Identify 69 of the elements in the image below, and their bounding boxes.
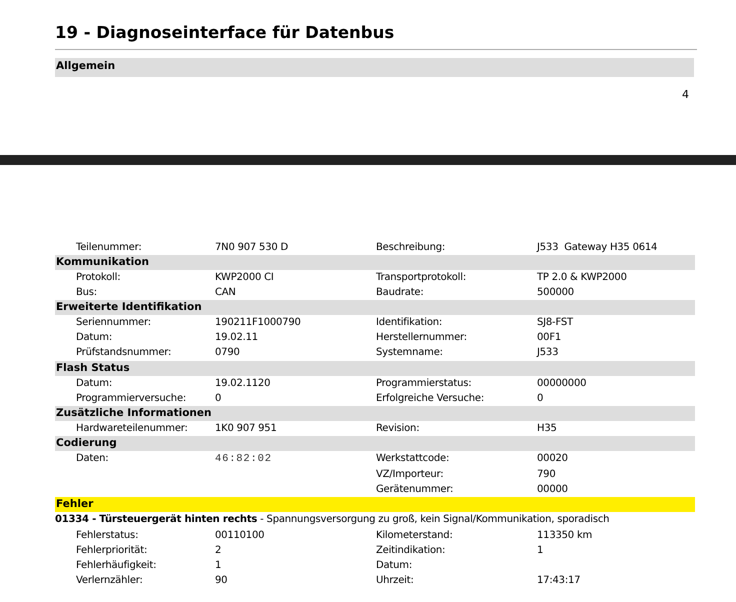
field-value: 00110100: [215, 530, 264, 542]
field-value: H35: [537, 422, 557, 434]
field-label: Baudrate:: [376, 287, 424, 298]
field-value: 0: [215, 392, 222, 404]
section-header: Erweiterte Identifikation: [55, 300, 695, 316]
field-label: VZ/Importeur:: [376, 468, 444, 480]
field-value: 0790: [215, 347, 240, 358]
field-value: 1K0 907 951: [215, 422, 277, 434]
field-value: 90: [215, 575, 228, 586]
field-value: 46:82:02: [215, 452, 272, 465]
field-label: Werkstattcode:: [376, 452, 450, 464]
field-value: 00000: [537, 484, 568, 496]
field-label: Datum:: [76, 332, 112, 344]
field-value: 1: [215, 560, 222, 572]
field-label: Protokoll:: [76, 272, 120, 284]
field-value: 190211F1000790: [215, 317, 301, 328]
field-value: 19.02.11: [215, 332, 258, 344]
field-label: Programmierversuche:: [76, 392, 186, 404]
field-value: 7N0 907 530 D: [215, 242, 288, 253]
field-label: Erfolgreiche Versuche:: [376, 392, 484, 404]
field-label: Verlernzähler:: [76, 575, 143, 586]
field-label: Identifikation:: [376, 317, 442, 328]
field-value: TP 2.0 & KWP2000: [537, 272, 627, 284]
field-value: 790: [537, 468, 556, 480]
field-label: Uhrzeit:: [376, 575, 414, 586]
field-label: Transportprotokoll:: [376, 272, 466, 284]
page-number: 4: [682, 88, 689, 101]
field-label: Fehlerpriorität:: [76, 545, 148, 556]
section-header: Fehler: [55, 497, 695, 512]
field-label: Herstellernummer:: [376, 332, 467, 344]
field-label: Prüfstandsnummer:: [76, 347, 172, 358]
field-label: Systemname:: [376, 347, 443, 358]
field-value: 1: [537, 545, 544, 556]
field-value: 113350 km: [537, 530, 592, 542]
field-value: 500000: [537, 287, 574, 298]
field-label: Gerätenummer:: [376, 484, 454, 496]
field-label: Bus:: [76, 287, 97, 298]
field-label: Kilometerstand:: [376, 530, 453, 542]
field-label: Teilenummer:: [76, 242, 142, 253]
field-label: Programmierstatus:: [376, 378, 472, 389]
field-label: Zeitindikation:: [376, 545, 446, 556]
section-header: Allgemein: [55, 58, 694, 77]
field-value: 19.02.1120: [215, 378, 270, 389]
section-heading: 19 - Diagnoseinterface für Datenbus: [55, 21, 697, 50]
field-label: Daten:: [76, 452, 108, 464]
section-header: Codierung: [55, 436, 695, 451]
field-label: Fehlerstatus:: [76, 530, 138, 542]
field-value: KWP2000 CI: [215, 272, 274, 284]
field-value: 00000000: [537, 378, 586, 389]
section-header: Zusätzliche Informationen: [55, 406, 695, 421]
field-label: Seriennummer:: [76, 317, 151, 328]
field-value: J533 Gateway H35 0614: [537, 242, 658, 253]
field-label: Beschreibung:: [376, 242, 446, 253]
field-label: Revision:: [376, 422, 420, 434]
field-value: SJ8-FST: [537, 317, 573, 328]
field-value: 00F1: [537, 332, 562, 344]
field-value: 2: [215, 545, 222, 556]
field-label: Datum:: [376, 560, 412, 572]
field-value: CAN: [215, 287, 236, 298]
field-label: Hardwareteilenummer:: [76, 422, 188, 434]
field-label: Datum:: [76, 378, 112, 389]
fault-line: 01334 - Türsteuergerät hinten rechts - Spannungsversorgung zu groß, kein Signal/Kommunikation, sporadisch: [55, 514, 610, 526]
section-header: Flash Status: [55, 360, 695, 376]
field-value: 0: [537, 392, 544, 404]
field-value: 17:43:17: [537, 575, 580, 586]
field-value: 00020: [537, 452, 568, 464]
field-label: Fehlerhäufigkeit:: [76, 560, 156, 572]
section-header: Kommunikation: [55, 255, 695, 270]
field-value: J533: [537, 347, 558, 358]
